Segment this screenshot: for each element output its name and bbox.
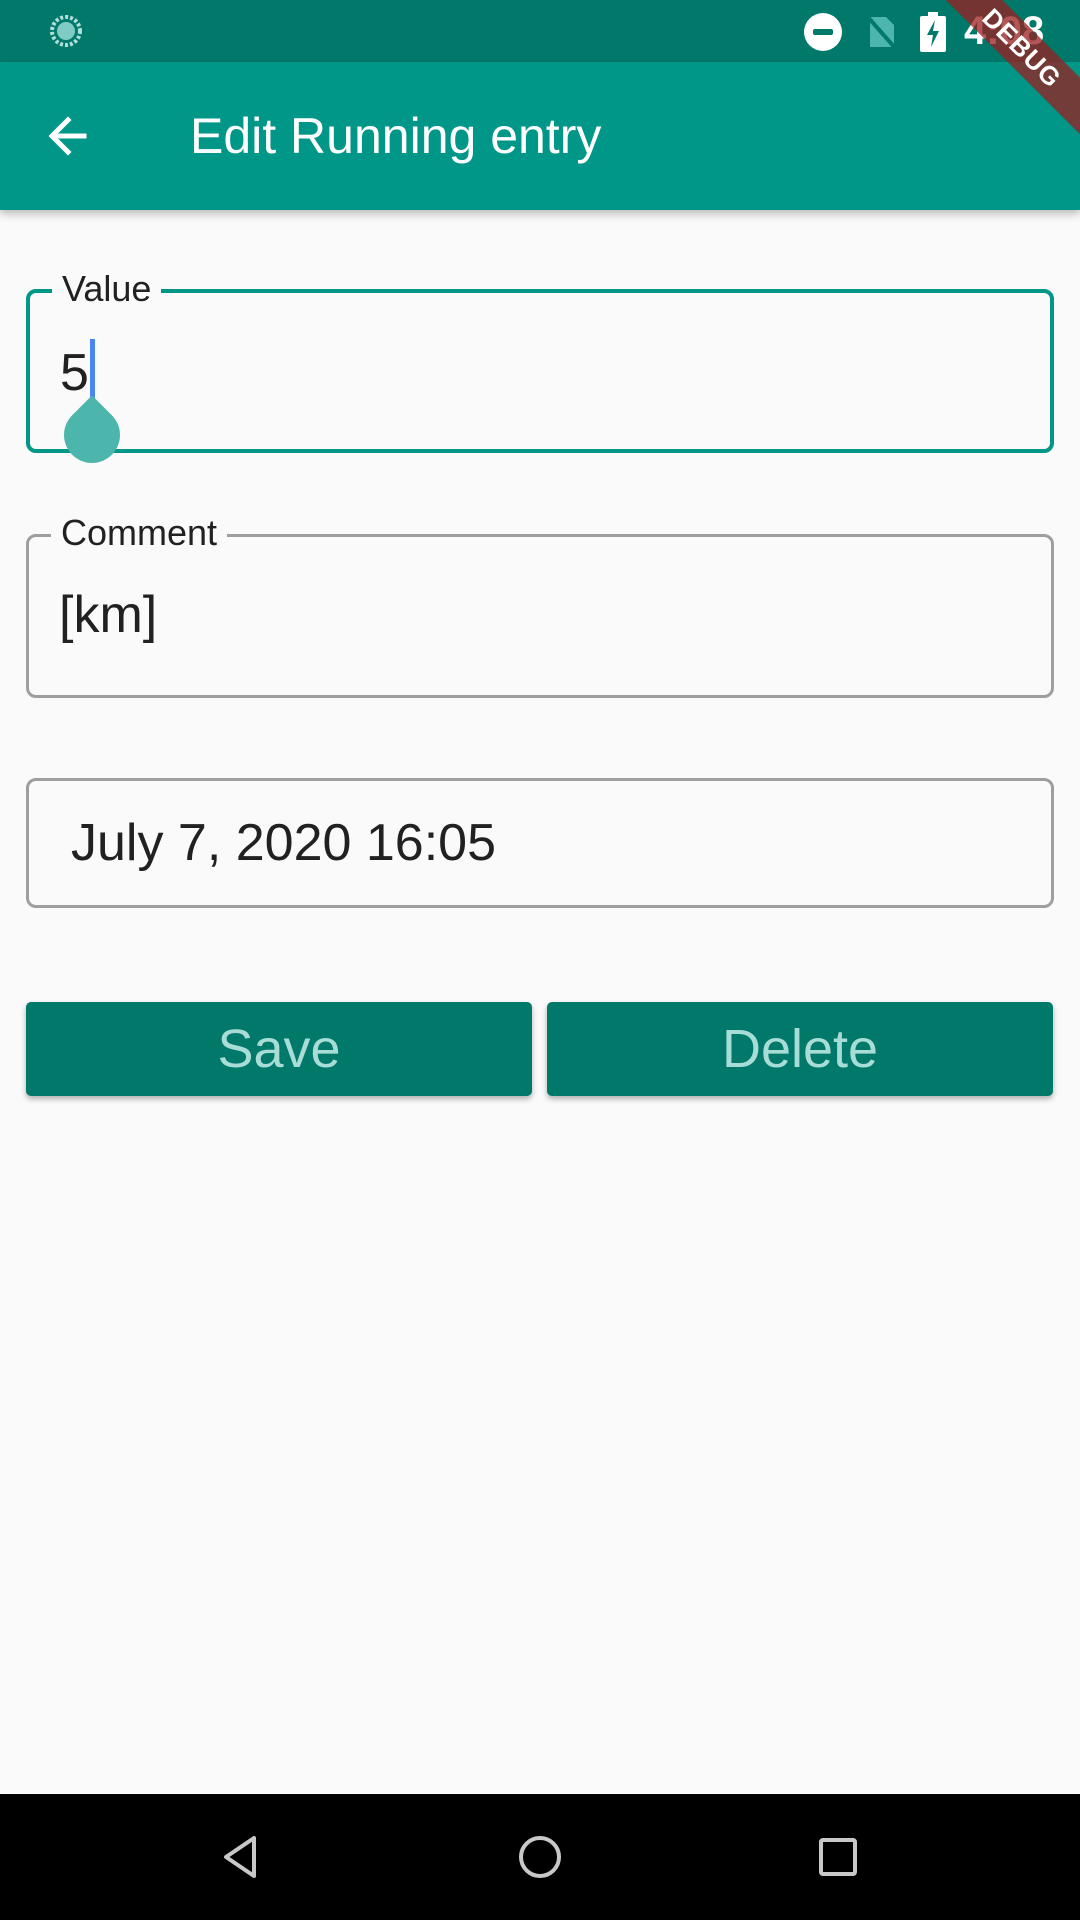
comment-input[interactable]: [km] [59,585,157,645]
battery-charging-icon [920,12,946,52]
navigation-bar [0,1794,1080,1920]
back-button[interactable] [32,100,114,172]
comment-field[interactable]: Comment [km] [26,511,1054,698]
comment-field-label: Comment [51,511,228,555]
recents-square-icon[interactable] [805,1824,871,1890]
value-field[interactable]: Value 5 [26,267,1054,475]
datetime-field[interactable]: July 7, 2020 16:05 [26,778,1054,908]
screen: 4:08 Edit Running entry DEBUG Value 5 Co… [0,0,1080,1920]
loading-icon [50,15,82,47]
delete-button[interactable]: Delete [547,1002,1053,1096]
back-triangle-icon[interactable] [208,1824,274,1890]
home-circle-icon[interactable] [507,1824,573,1890]
status-bar: 4:08 [0,0,1080,62]
text-cursor [90,339,95,401]
datetime-value: July 7, 2020 16:05 [71,814,496,872]
save-button[interactable]: Save [26,1002,532,1096]
value-input[interactable]: 5 [60,343,89,403]
cursor-handle[interactable] [52,395,132,475]
arrow-back-icon [48,116,87,156]
no-sim-icon [864,13,898,51]
app-bar: Edit Running entry [0,62,1080,210]
page-title: Edit Running entry [190,108,602,164]
value-field-label: Value [52,267,162,311]
do-not-disturb-icon [804,13,842,51]
